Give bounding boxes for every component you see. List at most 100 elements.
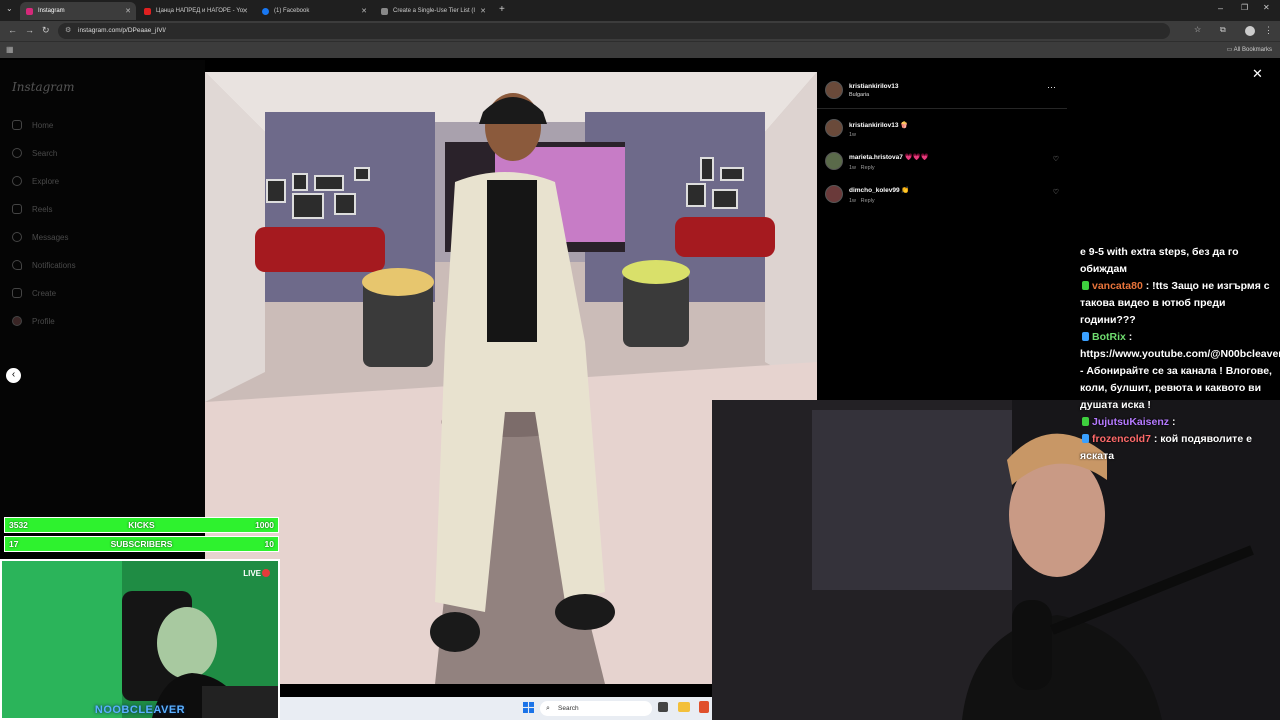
reload-icon[interactable]: ↻	[42, 25, 50, 36]
comment-time: 1w	[849, 198, 857, 204]
sidebar-item-label: Notifications	[32, 260, 76, 270]
sidebar-item-home[interactable]: Home	[12, 118, 53, 132]
messenger-icon	[12, 232, 22, 242]
menu-icon[interactable]: ⋮	[1264, 25, 1273, 36]
streamer-webcam-left: LIVE NOOBCLEAVER	[0, 559, 280, 720]
reply-button[interactable]: Reply	[861, 165, 875, 171]
comment-time: 1w	[849, 165, 857, 171]
close-icon[interactable]: ✕	[361, 7, 367, 15]
tab-search-icon[interactable]: ⌄	[6, 4, 13, 13]
comment-line: dimcho_kolev99 👏	[849, 186, 909, 194]
subscribers-goal-bar: 17 SUBSCRIBERS 10	[4, 536, 279, 552]
back-icon[interactable]: ←	[8, 25, 17, 35]
url-input[interactable]: ⚙ instagram.com/p/DPeaae_jIVl/	[58, 23, 1170, 39]
file-explorer-icon[interactable]	[678, 702, 690, 712]
tab-tierlist[interactable]: Create a Single-Use Tier List (I ✕	[375, 2, 491, 20]
chat-username: frozencold7	[1092, 433, 1151, 445]
taskbar-search[interactable]: ⌕ Search	[540, 701, 652, 716]
heart-icon	[12, 260, 22, 270]
sidebar-item-reels[interactable]: Reels	[12, 202, 52, 216]
sidebar-item-label: Home	[32, 120, 54, 130]
sidebar-item-notifications[interactable]: Notifications	[12, 258, 76, 272]
search-icon: ⌕	[546, 705, 550, 712]
sidebar-item-label: Profile	[32, 316, 55, 326]
sidebar-item-create[interactable]: Create	[12, 286, 56, 300]
caption-text: 🍿	[900, 122, 909, 129]
taskview-icon[interactable]	[658, 702, 668, 712]
tab-instagram[interactable]: Instagram ✕	[20, 2, 136, 20]
streamer-name: NOOBCLEAVER	[94, 704, 186, 716]
url-text: instagram.com/p/DPeaae_jIVl/	[78, 27, 166, 34]
minimize-icon[interactable]: –	[1218, 3, 1223, 13]
chat-message: BotRix : https://www.youtube.com/@N00bcl…	[1080, 329, 1280, 414]
tab-facebook[interactable]: (1) Facebook ✕	[256, 2, 372, 20]
post-location[interactable]: Bulgaria	[849, 92, 869, 98]
live-badge: LIVE	[243, 569, 270, 578]
profile-avatar[interactable]	[1245, 26, 1255, 36]
search-icon	[12, 148, 22, 158]
window-close-icon[interactable]: ✕	[1263, 3, 1270, 12]
author-username[interactable]: kristiankirilov13	[849, 83, 899, 90]
sidebar-item-messages[interactable]: Messages	[12, 230, 68, 244]
comment-line: marieta.hristova7 💗💗💗	[849, 153, 929, 161]
chat-message: е 9-5 with extra steps, без да го обижда…	[1080, 244, 1275, 278]
close-post-icon[interactable]: ✕	[1252, 66, 1263, 82]
home-icon	[12, 120, 22, 130]
comment-avatar[interactable]	[825, 152, 843, 170]
chat-username: vancata80	[1092, 280, 1143, 292]
extensions-icon[interactable]: ⧉	[1220, 25, 1226, 35]
subs-label: SUBSCRIBERS	[110, 539, 173, 549]
tab-label: Create a Single-Use Tier List (I	[393, 8, 476, 14]
facebook-icon	[262, 7, 269, 15]
chat-text: :	[1171, 416, 1176, 428]
sidebar-item-label: Reels	[32, 204, 53, 214]
sidebar-item-search[interactable]: Search	[12, 146, 57, 160]
sidebar-item-profile[interactable]: Profile	[12, 314, 55, 328]
author-avatar[interactable]	[825, 81, 843, 99]
sidebar-item-explore[interactable]: Explore	[12, 174, 59, 188]
reply-button[interactable]: Reply	[861, 198, 875, 204]
windows-start-icon[interactable]	[523, 702, 534, 713]
caption-avatar[interactable]	[825, 119, 843, 137]
like-comment-heart-icon[interactable]: ♡	[1053, 188, 1059, 196]
new-tab-icon[interactable]: +	[499, 4, 505, 15]
close-icon[interactable]: ✕	[480, 7, 486, 15]
live-dot-icon	[262, 569, 270, 577]
close-icon[interactable]: ✕	[242, 7, 248, 15]
apps-icon[interactable]: ▦	[6, 45, 14, 54]
reels-icon	[12, 204, 22, 214]
caption-username[interactable]: kristiankirilov13	[849, 122, 899, 129]
instagram-sidebar: Instagram Home Search Explore Reels Mess…	[0, 60, 205, 520]
subs-goal: 10	[264, 539, 274, 549]
comment-text: 💗💗💗	[904, 154, 929, 161]
tab-label: (1) Facebook	[274, 8, 310, 14]
comments-panel: kristiankirilov13 Bulgaria ··· kristiank…	[817, 72, 1067, 400]
close-icon[interactable]: ✕	[125, 7, 131, 15]
comment-avatar[interactable]	[825, 185, 843, 203]
youtube-icon	[144, 7, 151, 15]
star-icon[interactable]: ☆	[1194, 25, 1201, 34]
chat-message: frozencold7 : кой подяволите е яската	[1080, 431, 1275, 465]
like-comment-heart-icon[interactable]: ♡	[1053, 155, 1059, 163]
sidebar-item-label: Create	[32, 288, 57, 298]
instagram-icon	[26, 7, 33, 15]
brave-browser-icon[interactable]	[699, 701, 709, 713]
maximize-icon[interactable]: ❐	[1241, 3, 1248, 12]
sidebar-item-label: Search	[32, 148, 58, 158]
instagram-logo[interactable]: Instagram	[12, 80, 75, 94]
site-info-icon[interactable]: ⚙	[65, 23, 71, 39]
comment-username[interactable]: marieta.hristova7	[849, 154, 903, 161]
tab-label: Instagram	[38, 8, 65, 14]
forward-icon[interactable]: →	[25, 25, 34, 35]
comment-username[interactable]: dimcho_kolev99	[849, 187, 900, 194]
tab-youtube[interactable]: Цанца НАПРЕД и НАГОРЕ - Yo ✕	[138, 2, 253, 20]
more-options-icon[interactable]: ···	[1047, 82, 1056, 92]
sidebar-item-label: Explore	[32, 176, 60, 186]
sub-badge-icon	[1082, 281, 1089, 290]
sidebar-item-label: Messages	[32, 232, 69, 242]
live-label: LIVE	[243, 569, 261, 578]
all-bookmarks-link[interactable]: ▭ All Bookmarks	[1227, 46, 1272, 53]
previous-post-arrow-icon[interactable]: ‹	[6, 368, 21, 383]
caption-time: 1w	[849, 132, 857, 138]
browser-tab-bar: Instagram ✕ Цанца НАПРЕД и НАГОРЕ - Yo ✕…	[0, 0, 1280, 21]
